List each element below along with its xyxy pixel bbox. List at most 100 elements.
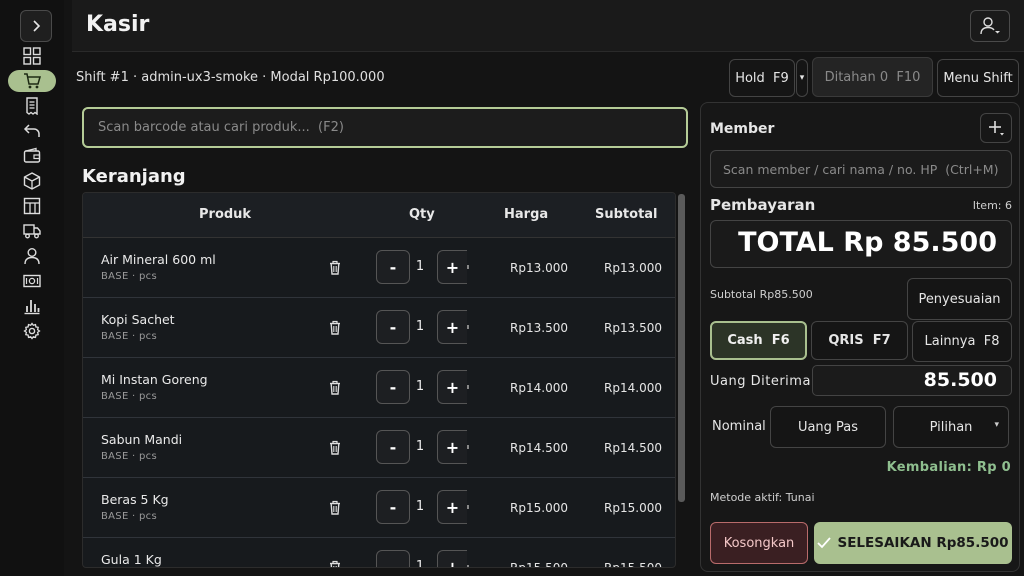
qty-value: 1 — [415, 319, 425, 334]
cart-scrollbar[interactable] — [678, 194, 685, 502]
remove-item-button[interactable] — [327, 380, 343, 396]
qty-value: 1 — [415, 259, 425, 274]
other-method-button[interactable]: Lainnya F8 — [912, 321, 1012, 362]
menu-shift-button[interactable]: Menu Shift — [937, 59, 1019, 97]
decrease-qty-button[interactable]: - — [376, 370, 410, 404]
item-price: Rp13.000 — [510, 261, 568, 275]
chevron-down-icon: ▾ — [994, 420, 999, 430]
plus-icon — [989, 121, 1004, 136]
user-account-icon — [980, 17, 1000, 35]
cart-row: Sabun Mandi BASE · pcs -1 + Rp14.500 Rp14.500 — [83, 418, 675, 478]
decrease-qty-button[interactable]: - — [376, 250, 410, 284]
nominal-options-select[interactable]: Pilihan ▾ — [893, 406, 1009, 448]
amount-received-field[interactable]: 85.500 — [812, 365, 1012, 396]
decrease-qty-button[interactable]: - — [376, 550, 410, 567]
remove-item-button[interactable] — [327, 560, 343, 567]
remove-item-button[interactable] — [327, 260, 343, 276]
table-icon — [23, 197, 41, 215]
payment-title: Pembayaran — [710, 196, 816, 214]
adjustment-button[interactable]: Penyesuaian — [907, 278, 1012, 320]
product-name: Mi Instan Goreng — [101, 372, 208, 387]
increase-qty-button[interactable]: + — [437, 250, 469, 284]
total-display: TOTAL Rp 85.500 — [710, 220, 1012, 268]
remove-item-button[interactable] — [327, 320, 343, 336]
increase-qty-button[interactable]: + — [437, 310, 469, 344]
truck-icon — [23, 224, 41, 239]
column-harga: Harga — [504, 207, 549, 222]
shift-info: Shift #1 · admin-ux3-smoke · Modal Rp100… — [76, 70, 385, 85]
hold-button[interactable]: Hold F9 — [729, 59, 795, 97]
nav-dashboard[interactable] — [8, 45, 56, 67]
change-amount: Kembalian: Rp 0 — [886, 460, 1011, 475]
product-unit: BASE · pcs — [101, 511, 157, 522]
nav-delivery[interactable] — [8, 220, 56, 242]
nominal-label: Nominal — [712, 419, 766, 434]
nav-wallet[interactable] — [8, 145, 56, 167]
increase-qty-button[interactable]: + — [437, 430, 469, 464]
product-search-input[interactable] — [84, 109, 686, 146]
item-count: Item: 6 — [972, 199, 1012, 212]
nav-settings[interactable] — [8, 320, 56, 342]
trash-icon — [330, 260, 340, 275]
nav-inventory[interactable] — [8, 195, 56, 217]
remove-item-button[interactable] — [327, 440, 343, 456]
member-search-input[interactable] — [711, 151, 1011, 187]
complete-transaction-button[interactable]: SELESAIKAN Rp85.500 — [814, 522, 1012, 564]
decrease-qty-button[interactable]: - — [376, 490, 410, 524]
nav-returns[interactable] — [8, 120, 56, 142]
increase-qty-button[interactable]: + — [437, 550, 469, 567]
product-search — [82, 107, 688, 148]
product-unit: BASE · pcs — [101, 391, 157, 402]
add-member-button[interactable] — [980, 113, 1012, 143]
decrease-qty-button[interactable]: - — [376, 430, 410, 464]
decrease-qty-button[interactable]: - — [376, 310, 410, 344]
item-price: Rp14.000 — [510, 381, 568, 395]
item-price: Rp15.000 — [510, 501, 568, 515]
nav-cash[interactable] — [8, 270, 56, 292]
account-menu-button[interactable] — [970, 10, 1010, 42]
held-transactions-button[interactable]: Ditahan 0 F10 — [812, 57, 933, 97]
exact-amount-button[interactable]: Uang Pas — [770, 406, 886, 448]
amount-received-value: 85.500 — [923, 369, 997, 391]
cash-method-button[interactable]: Cash F6 — [710, 321, 807, 360]
nav-customers[interactable] — [8, 245, 56, 267]
box-icon — [23, 172, 41, 190]
product-name: Air Mineral 600 ml — [101, 252, 216, 267]
column-produk: Produk — [199, 207, 252, 222]
cart-row: Mi Instan Goreng BASE · pcs -1 + Rp14.000 Rp1… — [83, 358, 675, 418]
undo-icon — [23, 124, 40, 137]
increase-qty-button[interactable]: + — [437, 490, 469, 524]
trash-icon — [330, 380, 340, 395]
clear-cart-button[interactable]: Kosongkan — [710, 522, 808, 564]
trash-icon — [330, 440, 340, 455]
member-search — [710, 150, 1012, 188]
subtotal-label: Subtotal Rp85.500 — [710, 288, 813, 301]
money-icon — [23, 274, 41, 288]
complete-transaction-label: SELESAIKAN Rp85.500 — [837, 535, 1009, 551]
column-qty: Qty — [409, 207, 435, 222]
cart-table-header: Produk Qty Harga Subtotal — [83, 193, 675, 238]
nav-reports[interactable] — [8, 295, 56, 317]
hold-dropdown-button[interactable]: ▾ — [796, 59, 808, 97]
nav-kasir[interactable] — [8, 70, 56, 92]
nav-transactions[interactable] — [8, 95, 56, 117]
expand-sidebar-button[interactable] — [20, 10, 52, 42]
trash-icon — [330, 560, 340, 567]
qris-method-button[interactable]: QRIS F7 — [811, 321, 908, 360]
gear-icon — [23, 322, 41, 340]
item-subtotal: Rp15.500 — [604, 561, 662, 568]
active-method-label: Metode aktif: Tunai — [710, 491, 815, 504]
nav-products[interactable] — [8, 170, 56, 192]
cart-icon — [24, 73, 41, 89]
remove-item-button[interactable] — [327, 500, 343, 516]
chevron-right-icon — [33, 20, 41, 32]
cart-table: Produk Qty Harga Subtotal Air Mineral 60… — [82, 192, 676, 568]
qty-value: 1 — [415, 499, 425, 514]
total-amount: TOTAL Rp 85.500 — [738, 227, 997, 258]
qty-value: 1 — [415, 379, 425, 394]
increase-qty-button[interactable]: + — [437, 370, 469, 404]
item-subtotal: Rp13.500 — [604, 321, 662, 335]
item-subtotal: Rp13.000 — [604, 261, 662, 275]
receipt-icon — [26, 97, 38, 115]
bar-chart-icon — [24, 300, 40, 315]
